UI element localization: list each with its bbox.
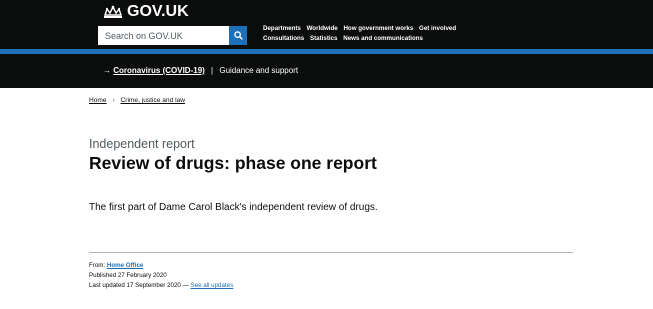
- nav-link-get-involved[interactable]: Get involved: [419, 25, 456, 32]
- breadcrumb: Home › Crime, justice and law: [89, 97, 185, 104]
- site-header: GOV.UK Departments Worldwide How governm…: [0, 0, 653, 49]
- from-organisation-link[interactable]: Home Office: [107, 262, 143, 269]
- top-navigation: Departments Worldwide How government wor…: [263, 24, 523, 44]
- page-title: Review of drugs: phase one report: [89, 153, 377, 173]
- covid-banner: → Coronavirus (COVID-19) | Guidance and …: [0, 54, 653, 88]
- nav-link-statistics[interactable]: Statistics: [310, 35, 338, 42]
- from-line: From: Home Office: [89, 261, 233, 271]
- nav-link-worldwide[interactable]: Worldwide: [307, 25, 338, 32]
- page-summary: The first part of Dame Carol Black's ind…: [89, 202, 378, 213]
- from-label: From:: [89, 262, 106, 269]
- nav-link-departments[interactable]: Departments: [263, 25, 301, 32]
- search-form: [98, 26, 247, 45]
- search-input[interactable]: [98, 26, 229, 45]
- covid-link[interactable]: Coronavirus (COVID-19): [113, 66, 205, 75]
- search-icon: [233, 31, 243, 40]
- nav-row-primary: Departments Worldwide How government wor…: [263, 24, 523, 34]
- metadata: From: Home Office Published 27 February …: [89, 261, 233, 291]
- logo-text: GOV.UK: [127, 3, 189, 20]
- section-divider: [89, 252, 573, 253]
- last-updated-text: Last updated 17 September 2020 —: [89, 282, 189, 289]
- nav-link-consultations[interactable]: Consultations: [263, 35, 304, 42]
- nav-link-how-government-works[interactable]: How government works: [343, 25, 413, 32]
- published-date: Published 27 February 2020: [89, 272, 167, 279]
- nav-row-secondary: Consultations Statistics News and commun…: [263, 34, 523, 44]
- search-button[interactable]: [229, 26, 247, 45]
- see-all-updates-link[interactable]: See all updates: [191, 282, 234, 289]
- banner-text: Guidance and support: [219, 66, 299, 75]
- govuk-logo[interactable]: GOV.UK: [103, 3, 189, 21]
- document-type: Independent report: [89, 137, 195, 151]
- breadcrumb-crime-justice-law[interactable]: Crime, justice and law: [120, 97, 185, 104]
- covid-banner-content: → Coronavirus (COVID-19) | Guidance and …: [103, 66, 298, 75]
- arrow-right-icon: →: [103, 66, 111, 75]
- banner-separator: |: [211, 66, 214, 75]
- chevron-right-icon: ›: [112, 97, 115, 104]
- crown-icon: [104, 5, 122, 18]
- breadcrumb-home[interactable]: Home: [89, 97, 107, 104]
- nav-link-news-and-communications[interactable]: News and communications: [343, 35, 423, 42]
- updated-line: Last updated 17 September 2020 — See all…: [89, 281, 233, 291]
